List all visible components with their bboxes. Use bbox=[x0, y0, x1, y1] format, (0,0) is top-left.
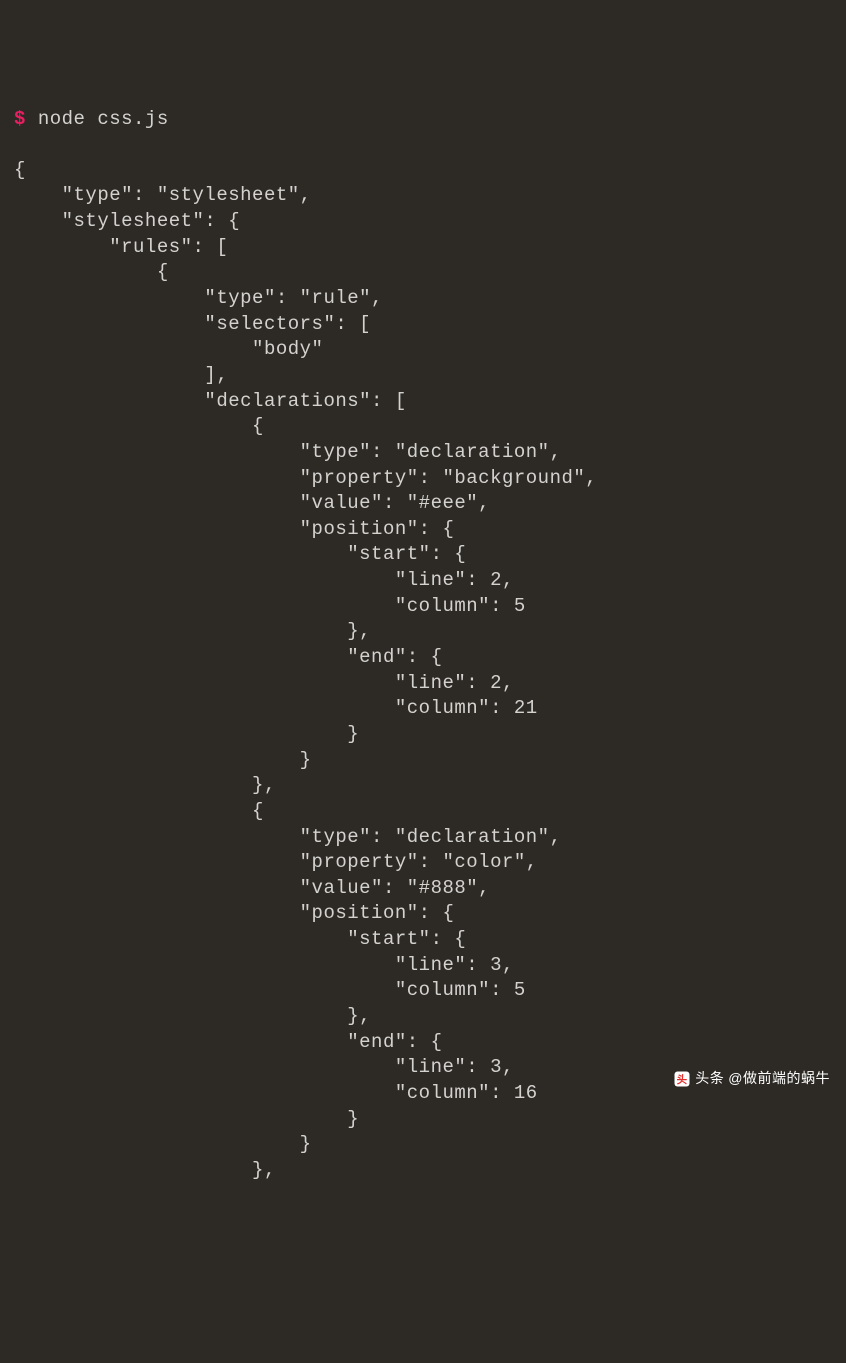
shell-prompt: $ bbox=[14, 108, 26, 130]
json-output: { "type": "stylesheet", "stylesheet": { … bbox=[14, 159, 597, 1181]
watermark-label: 头条 bbox=[695, 1069, 724, 1088]
svg-text:头: 头 bbox=[677, 1072, 688, 1085]
watermark-handle: @做前端的蜗牛 bbox=[728, 1069, 830, 1088]
terminal-output: $ node css.js { "type": "stylesheet", "s… bbox=[14, 107, 846, 1184]
shell-command: node css.js bbox=[38, 108, 169, 130]
watermark-icon: 头 bbox=[673, 1070, 691, 1088]
watermark: 头 头条 @做前端的蜗牛 bbox=[673, 1069, 830, 1088]
